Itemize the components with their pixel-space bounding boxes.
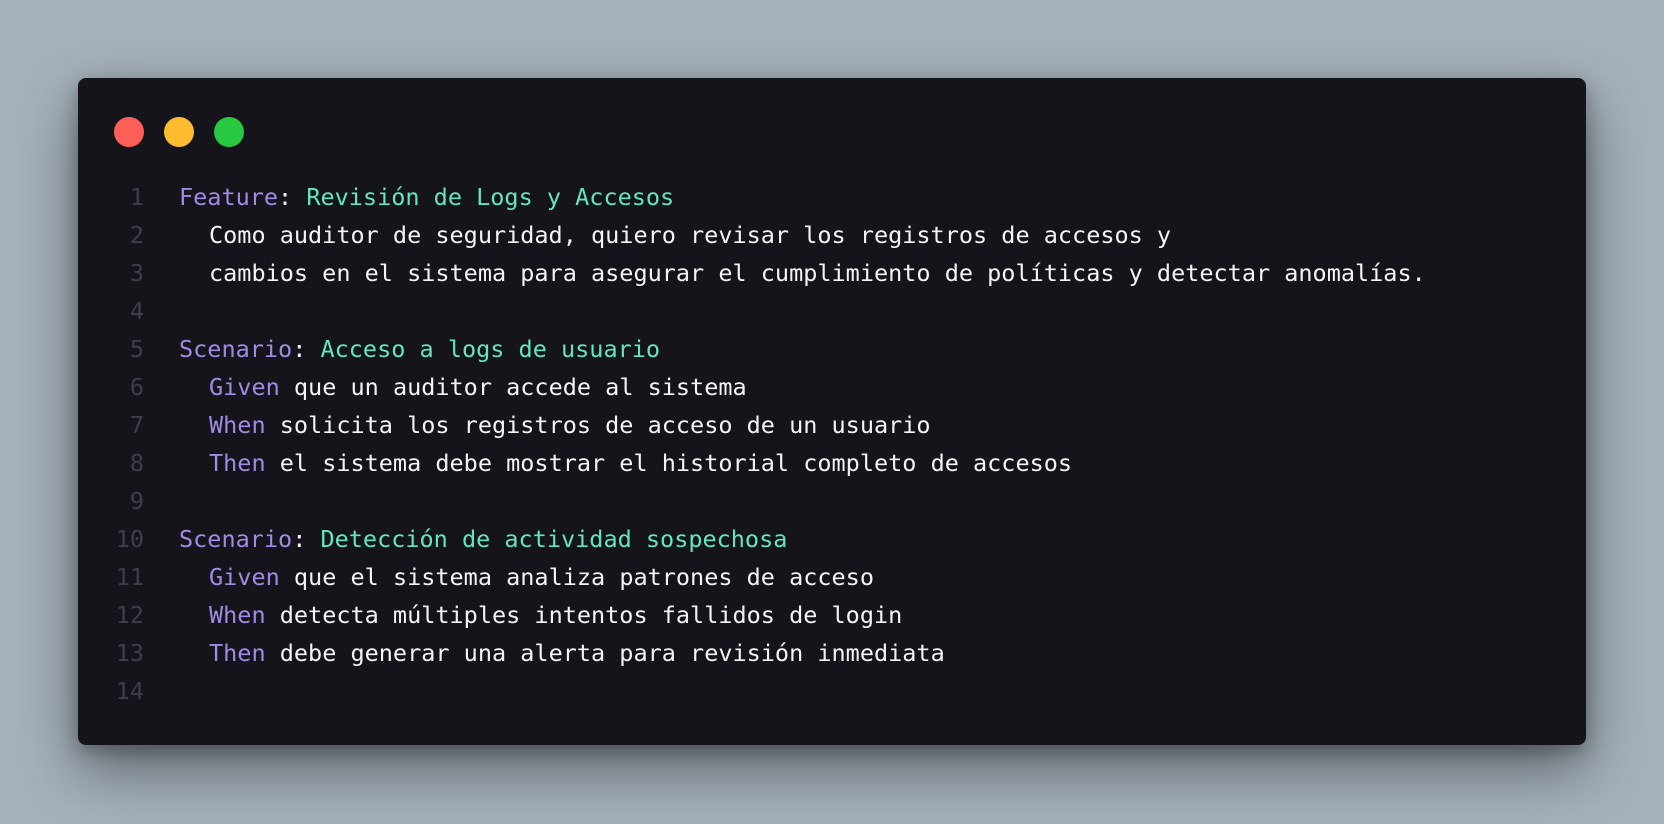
code-line: 6 Given que un auditor accede al sistema bbox=[78, 368, 1586, 406]
minimize-button[interactable] bbox=[164, 117, 194, 147]
line-content: When detecta múltiples intentos fallidos… bbox=[179, 596, 902, 634]
line-number: 7 bbox=[129, 411, 144, 439]
description-text: cambios en el sistema para asegurar el c… bbox=[209, 259, 1426, 287]
code-line: 9 bbox=[78, 482, 1586, 520]
code-line: 10 Scenario: Detección de actividad sosp… bbox=[78, 520, 1586, 558]
code-line: 11 Given que el sistema analiza patrones… bbox=[78, 558, 1586, 596]
code-line: 8 Then el sistema debe mostrar el histor… bbox=[78, 444, 1586, 482]
line-content: Then el sistema debe mostrar el historia… bbox=[179, 444, 1072, 482]
line-number: 1 bbox=[129, 183, 144, 211]
separator: : bbox=[278, 183, 307, 211]
line-content: Given que un auditor accede al sistema bbox=[179, 368, 747, 406]
line-number: 5 bbox=[129, 335, 144, 363]
code-line: 7 When solicita los registros de acceso … bbox=[78, 406, 1586, 444]
code-editor[interactable]: 1 Feature: Revisión de Logs y Accesos 2 … bbox=[78, 178, 1586, 710]
gherkin-keyword: Given bbox=[209, 373, 280, 401]
separator bbox=[280, 373, 294, 401]
gherkin-keyword: Scenario bbox=[179, 335, 293, 363]
code-line: 13 Then debe generar una alerta para rev… bbox=[78, 634, 1586, 672]
line-number: 12 bbox=[115, 601, 144, 629]
gherkin-keyword: Given bbox=[209, 563, 280, 591]
step-text: detecta múltiples intentos fallidos de l… bbox=[279, 601, 903, 629]
line-number: 3 bbox=[129, 259, 144, 287]
code-line: 14 bbox=[78, 672, 1586, 710]
gherkin-keyword: Then bbox=[209, 639, 266, 667]
code-line: 12 When detecta múltiples intentos falli… bbox=[78, 596, 1586, 634]
scenario-title: Detección de actividad sospechosa bbox=[320, 525, 788, 553]
line-content: Scenario: Detección de actividad sospech… bbox=[179, 520, 787, 558]
code-line: 4 bbox=[78, 292, 1586, 330]
separator bbox=[280, 563, 294, 591]
line-number: 4 bbox=[129, 297, 144, 325]
line-content: Given que el sistema analiza patrones de… bbox=[179, 558, 874, 596]
step-text: el sistema debe mostrar el historial com… bbox=[279, 449, 1073, 477]
code-line: 3 cambios en el sistema para asegurar el… bbox=[78, 254, 1586, 292]
gherkin-keyword: Scenario bbox=[179, 525, 293, 553]
gherkin-keyword: When bbox=[209, 601, 266, 629]
line-number: 10 bbox=[115, 525, 144, 553]
step-text: solicita los registros de acceso de un u… bbox=[279, 411, 931, 439]
line-number: 8 bbox=[129, 449, 144, 477]
description-text: Como auditor de seguridad, quiero revisa… bbox=[209, 221, 1172, 249]
line-content: Feature: Revisión de Logs y Accesos bbox=[179, 178, 674, 216]
window-controls bbox=[114, 117, 244, 147]
code-line: 5 Scenario: Acceso a logs de usuario bbox=[78, 330, 1586, 368]
line-content: Como auditor de seguridad, quiero revisa… bbox=[179, 216, 1171, 254]
line-content: When solicita los registros de acceso de… bbox=[179, 406, 931, 444]
gherkin-keyword: When bbox=[209, 411, 266, 439]
maximize-button[interactable] bbox=[214, 117, 244, 147]
code-line: 2 Como auditor de seguridad, quiero revi… bbox=[78, 216, 1586, 254]
feature-title: Revisión de Logs y Accesos bbox=[306, 183, 675, 211]
step-text: debe generar una alerta para revisión in… bbox=[279, 639, 945, 667]
scenario-title: Acceso a logs de usuario bbox=[320, 335, 661, 363]
close-button[interactable] bbox=[114, 117, 144, 147]
line-number: 11 bbox=[115, 563, 144, 591]
line-number: 2 bbox=[129, 221, 144, 249]
separator bbox=[266, 601, 280, 629]
gherkin-keyword: Then bbox=[209, 449, 266, 477]
gherkin-keyword: Feature bbox=[179, 183, 279, 211]
line-number: 6 bbox=[129, 373, 144, 401]
separator: : bbox=[292, 335, 321, 363]
line-content: Then debe generar una alerta para revisi… bbox=[179, 634, 945, 672]
line-content: cambios en el sistema para asegurar el c… bbox=[179, 254, 1426, 292]
line-number: 14 bbox=[115, 677, 144, 705]
separator: : bbox=[292, 525, 321, 553]
separator bbox=[266, 449, 280, 477]
line-number: 9 bbox=[129, 487, 144, 515]
separator bbox=[266, 411, 280, 439]
step-text: que el sistema analiza patrones de acces… bbox=[293, 563, 874, 591]
separator bbox=[266, 639, 280, 667]
line-number: 13 bbox=[115, 639, 144, 667]
step-text: que un auditor accede al sistema bbox=[293, 373, 747, 401]
code-window: 1 Feature: Revisión de Logs y Accesos 2 … bbox=[78, 78, 1586, 745]
line-content: Scenario: Acceso a logs de usuario bbox=[179, 330, 660, 368]
code-line: 1 Feature: Revisión de Logs y Accesos bbox=[78, 178, 1586, 216]
